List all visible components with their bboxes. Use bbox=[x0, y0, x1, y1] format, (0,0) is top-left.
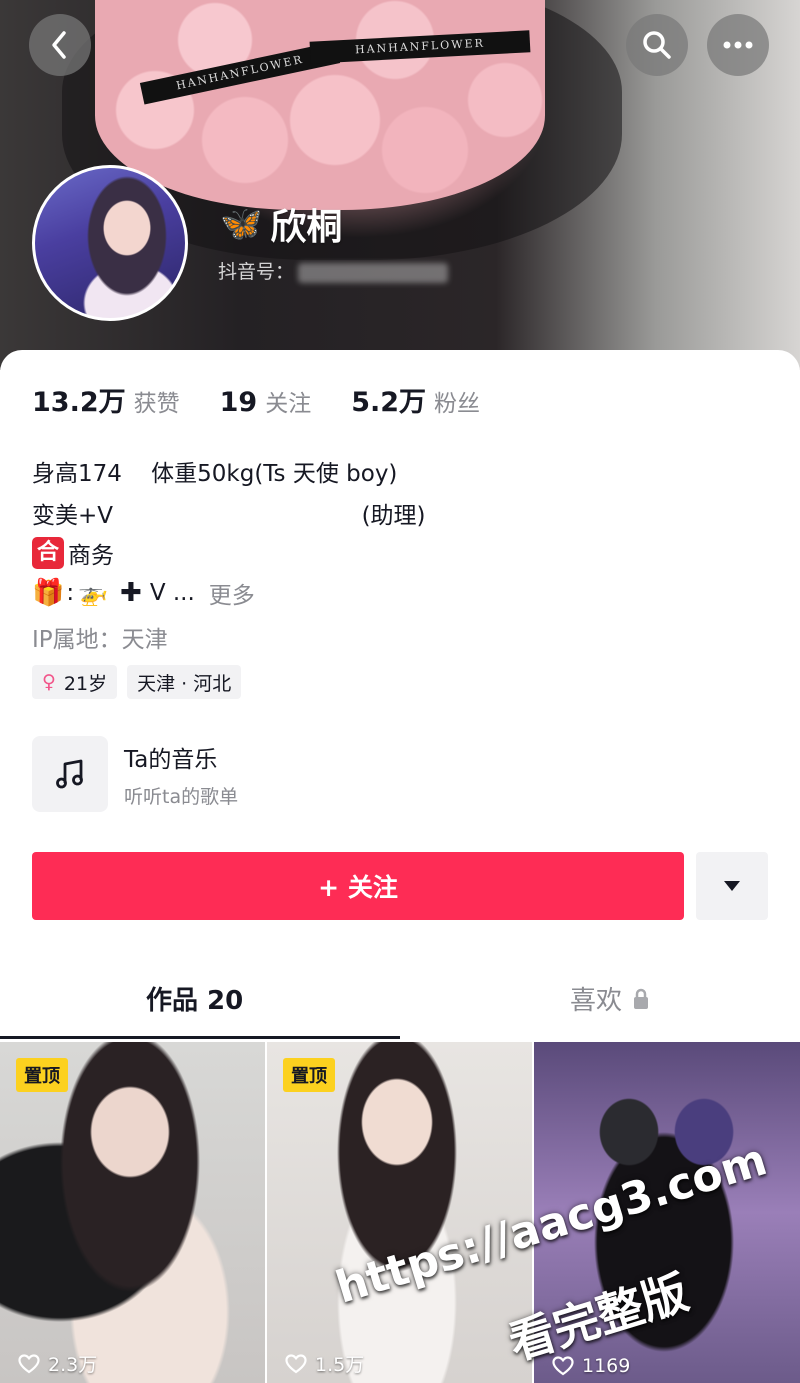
tab-likes[interactable]: 喜欢 bbox=[570, 980, 650, 1017]
caret-down-icon bbox=[724, 881, 740, 891]
profile-name-row: 🦋 欣桐 bbox=[220, 198, 342, 250]
recommend-dropdown-button[interactable] bbox=[696, 852, 768, 920]
video-likes-count: 2.3万 bbox=[48, 1354, 98, 1376]
bio-line: 🎁 : 🚁 ✚ V ... 更多 bbox=[32, 576, 255, 610]
gift-icon: 🎁 bbox=[32, 578, 65, 608]
chevron-left-icon bbox=[52, 31, 66, 59]
search-button[interactable] bbox=[626, 14, 688, 76]
bio-v-text: V ... bbox=[149, 580, 195, 606]
music-icon-box bbox=[32, 736, 108, 812]
bio-line: 身高174 体重50kg(Ts 天使 boy) bbox=[32, 461, 398, 487]
more-dots-icon bbox=[723, 41, 753, 49]
stat-followers[interactable]: 5.2万 粉丝 bbox=[351, 380, 480, 419]
female-icon: ♀ bbox=[42, 671, 56, 693]
video-likes-count: 1169 bbox=[582, 1355, 631, 1377]
music-note-icon bbox=[56, 759, 83, 789]
stat-label: 关注 bbox=[265, 391, 312, 417]
ip-location: IP属地：天津 bbox=[32, 627, 168, 653]
stat-value: 19 bbox=[219, 387, 258, 418]
follow-button[interactable]: + 关注 bbox=[32, 852, 684, 920]
music-title: Ta的音乐 bbox=[124, 746, 218, 773]
stat-likes[interactable]: 13.2万 获赞 bbox=[32, 380, 180, 419]
video-likes: 2.3万 bbox=[18, 1350, 97, 1377]
bio-colon: : bbox=[66, 580, 75, 606]
music-subtitle: 听听ta的歌单 bbox=[124, 785, 239, 808]
heart-icon bbox=[18, 1353, 40, 1373]
helicopter-icon: 🚁 bbox=[78, 579, 109, 607]
heart-icon bbox=[285, 1353, 307, 1373]
stat-label: 粉丝 bbox=[434, 391, 481, 417]
profile-tags: ♀ 21岁 天津 · 河北 bbox=[32, 665, 251, 699]
profile-card: 13.2万 获赞 19 关注 5.2万 粉丝 身高174 体重50kg(Ts 天… bbox=[0, 350, 800, 1383]
stats-row: 13.2万 获赞 19 关注 5.2万 粉丝 bbox=[32, 380, 520, 419]
video-thumbnail[interactable]: 置顶 1.5万 bbox=[267, 1042, 532, 1383]
tab-likes-label: 喜欢 bbox=[570, 986, 623, 1016]
bio-more-link[interactable]: 更多 bbox=[209, 576, 255, 610]
tab-works[interactable]: 作品 20 bbox=[146, 980, 243, 1017]
location-text: 天津 · 河北 bbox=[137, 672, 232, 695]
bio-line: 变美+V (助理) bbox=[32, 503, 426, 529]
stat-label: 获赞 bbox=[133, 391, 180, 417]
plus-icon: ✚ bbox=[120, 578, 142, 608]
he-badge-icon: 合 bbox=[32, 537, 64, 569]
profile-header-cover: HANHANFLOWER HANHANFLOWER 🦋 欣桐 抖音号： bbox=[0, 0, 800, 370]
bio-business-text: 商务 bbox=[68, 543, 114, 569]
profile-tabs: 作品 20 喜欢 bbox=[0, 970, 800, 1040]
video-likes-count: 1.5万 bbox=[315, 1354, 365, 1376]
video-grid: 置顶 2.3万 置顶 1.5万 1169 bbox=[0, 1042, 800, 1383]
avatar[interactable] bbox=[32, 165, 188, 321]
tab-underline bbox=[0, 1036, 400, 1039]
age-text: 21岁 bbox=[63, 672, 108, 695]
profile-name: 欣桐 bbox=[270, 207, 343, 248]
douyin-id-label: 抖音号： bbox=[218, 261, 295, 283]
douyin-id-value-blurred bbox=[298, 262, 449, 283]
stat-value: 13.2万 bbox=[32, 387, 126, 418]
pinned-badge: 置顶 bbox=[283, 1058, 335, 1092]
search-icon bbox=[643, 31, 671, 59]
stat-value: 5.2万 bbox=[351, 387, 427, 418]
douyin-id: 抖音号： bbox=[218, 257, 449, 284]
butterfly-icon: 🦋 bbox=[220, 204, 263, 244]
age-tag: ♀ 21岁 bbox=[32, 665, 118, 699]
stat-following[interactable]: 19 关注 bbox=[220, 384, 312, 418]
cover-roses-image bbox=[95, 0, 545, 210]
music-entry[interactable]: Ta的音乐 听听ta的歌单 bbox=[32, 736, 238, 812]
music-text: Ta的音乐 听听ta的歌单 bbox=[124, 740, 238, 809]
more-options-button[interactable] bbox=[707, 14, 769, 76]
video-thumbnail[interactable]: 置顶 2.3万 bbox=[0, 1042, 265, 1383]
location-tag: 天津 · 河北 bbox=[127, 665, 242, 699]
pinned-badge: 置顶 bbox=[16, 1058, 68, 1092]
video-likes: 1.5万 bbox=[285, 1350, 364, 1377]
lock-icon bbox=[634, 988, 649, 1009]
bio-line: 合 商务 bbox=[32, 536, 114, 570]
back-button[interactable] bbox=[29, 14, 91, 76]
